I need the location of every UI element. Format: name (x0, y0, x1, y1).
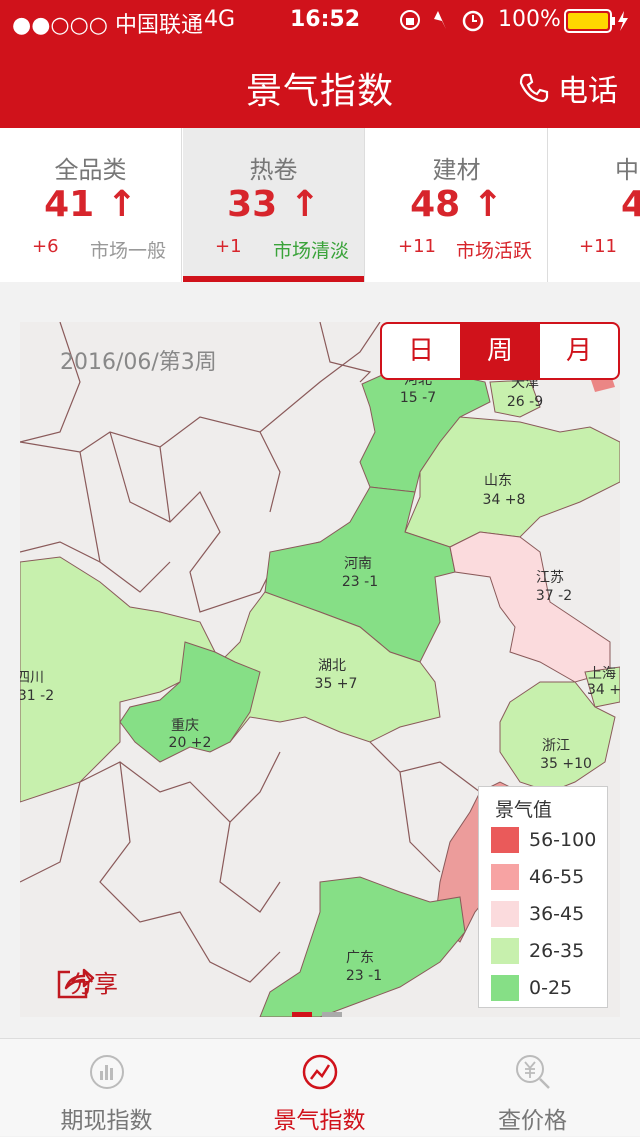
region-label: 重庆 (171, 718, 199, 734)
search-price-icon (516, 1055, 550, 1089)
phone-label: 电话 (558, 74, 618, 109)
region-label: 浙江 (542, 738, 570, 754)
tab-medium-plate[interactable]: 中 4 +11 (549, 128, 640, 282)
region-value: 31 -2 (20, 688, 54, 704)
page-dot (322, 1012, 342, 1017)
legend-item: 36-45 (491, 899, 606, 929)
share-icon (57, 968, 95, 999)
region-value: 37 -2 (536, 588, 572, 604)
tab-change: +6 (32, 236, 59, 257)
region-guangdong[interactable] (259, 876, 466, 1017)
legend-label: 26-35 (529, 940, 585, 962)
province-map[interactable]: 河北 15 -7 天津 26 -9 山东 34 +8 河南 23 -1 江苏 3… (20, 322, 620, 1017)
legend-label: 46-55 (529, 866, 585, 888)
tab-change: +1 (215, 236, 242, 257)
status-icons (398, 7, 498, 39)
tab-hot-rolled[interactable]: 热卷 33 ↑ +1 市场清淡 (183, 128, 365, 282)
legend-label: 0-25 (529, 977, 573, 999)
region-label: 四川 (20, 670, 44, 686)
page-dot-active (292, 1012, 312, 1017)
tab-state: 市场清淡 (273, 240, 350, 262)
tab-value: 48 ↑ (410, 184, 503, 225)
legend-swatch (491, 975, 519, 1001)
carrier-label: ●●○○○ 中国联通 (12, 13, 203, 38)
bottom-tab-label: 期现指数 (60, 1108, 153, 1134)
region-value: 23 -1 (346, 968, 382, 984)
legend-label: 36-45 (529, 903, 585, 925)
tab-state: 市场活跃 (456, 240, 533, 262)
phone-button[interactable]: 电话 (518, 66, 618, 110)
battery-percent: 100% (498, 7, 561, 32)
section-gap (0, 282, 640, 322)
region-label: 广东 (346, 950, 374, 966)
legend-title: 景气值 (495, 799, 553, 821)
region-label: 山东 (484, 473, 512, 489)
tab-value: 4 (621, 184, 640, 225)
nav-bar: 景气指数 电话 (0, 40, 640, 128)
legend-item: 56-100 (491, 825, 606, 855)
period-option-week[interactable]: 周 (461, 324, 540, 378)
status-bar: ●●○○○ 中国联通 4G 16:52 100% (0, 0, 640, 40)
bottom-tab-label: 景气指数 (273, 1108, 366, 1134)
bottom-tab-check-price[interactable]: 查价格 (426, 1039, 639, 1137)
network-label: 4G (204, 7, 236, 32)
region-value: 34 +8 (483, 492, 526, 508)
bar-chart-icon (90, 1055, 124, 1089)
legend-swatch (491, 864, 519, 890)
tab-change: +11 (398, 236, 436, 257)
share-button[interactable]: 分享 (56, 964, 118, 999)
legend-item: 0-25 (491, 973, 606, 1003)
legend-item: 26-35 (491, 936, 606, 966)
tab-value: 41 ↑ (44, 184, 137, 225)
region-value: 26 -9 (507, 394, 543, 410)
tab-change: +11 (579, 236, 617, 257)
bottom-tab-futures-index[interactable]: 期现指数 (0, 1039, 213, 1137)
legend-item: 46-55 (491, 862, 606, 892)
region-label: 河南 (344, 556, 372, 572)
period-selector: 日 周 月 (380, 322, 620, 380)
tab-name: 热卷 (249, 156, 298, 184)
region-value: 35 +7 (315, 676, 358, 692)
bottom-tab-bar: 期现指数 景气指数 查价格 (0, 1038, 640, 1136)
period-option-month[interactable]: 月 (540, 324, 618, 378)
region-value: 23 -1 (342, 574, 378, 590)
time-label: 16:52 (290, 7, 361, 32)
tab-state: 市场一般 (90, 240, 167, 262)
tab-name: 中 (615, 156, 639, 184)
region-value: 34 + (587, 682, 620, 698)
region-value: 15 -7 (400, 390, 436, 406)
legend-label: 56-100 (529, 829, 597, 851)
tab-value: 33 ↑ (227, 184, 320, 225)
period-option-day[interactable]: 日 (382, 324, 461, 378)
category-tabs: 全品类 41 ↑ +6 市场一般 热卷 33 ↑ +1 市场清淡 建材 48 ↑… (0, 128, 640, 282)
legend-swatch (491, 901, 519, 927)
trend-line-icon (302, 1054, 338, 1090)
region-label: 江苏 (536, 570, 564, 586)
map-legend: 景气值 56-100 46-55 36-45 26-35 0-25 (478, 786, 608, 1008)
region-value: 35 +10 (540, 756, 592, 772)
phone-icon (519, 73, 549, 103)
tab-all-categories[interactable]: 全品类 41 ↑ +6 市场一般 (0, 128, 182, 282)
tab-name: 全品类 (54, 156, 127, 184)
battery-icon (564, 9, 632, 39)
bottom-tab-label: 查价格 (498, 1108, 567, 1134)
tab-construction[interactable]: 建材 48 ↑ +11 市场活跃 (366, 128, 548, 282)
bottom-tab-sentiment-index[interactable]: 景气指数 (213, 1039, 426, 1137)
region-label: 湖北 (318, 658, 346, 674)
tab-name: 建材 (432, 156, 481, 184)
region-jiangsu[interactable] (449, 531, 611, 683)
region-value: 20 +2 (169, 735, 212, 751)
legend-swatch (491, 827, 519, 853)
legend-swatch (491, 938, 519, 964)
lock-location-alarm-icon (400, 10, 484, 32)
region-label: 上海 (588, 666, 616, 682)
map-date: 2016/06/第3周 (60, 350, 217, 375)
page-indicator (292, 1002, 352, 1017)
